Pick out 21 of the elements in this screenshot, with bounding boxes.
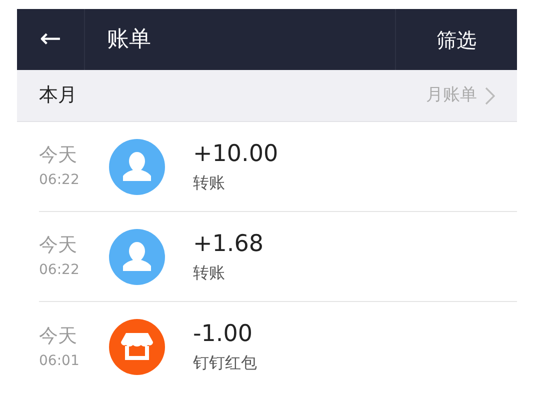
- transaction-type: 转账: [193, 262, 226, 284]
- time-label: 06:22: [39, 261, 80, 280]
- date-label: 今天: [39, 233, 78, 258]
- amount: +10.00: [193, 140, 278, 168]
- person-avatar-icon: [109, 228, 165, 284]
- page-title: 账单: [107, 26, 152, 54]
- person-avatar-icon: [109, 138, 165, 194]
- section-title: 本月: [39, 83, 78, 108]
- date-label: 今天: [39, 143, 78, 168]
- time-label: 06:01: [39, 352, 80, 370]
- transaction-row[interactable]: 今天 06:22 +10.00 转账: [39, 122, 517, 212]
- time-label: 06:22: [39, 171, 80, 190]
- amount: -1.00: [193, 320, 254, 349]
- amount: +1.68: [193, 230, 264, 258]
- storefront-icon: [109, 319, 165, 375]
- chevron-right-icon: [485, 86, 495, 104]
- date-label: 今天: [39, 324, 78, 348]
- transaction-row[interactable]: 今天 06:22 +1.68 转账: [39, 212, 517, 302]
- transaction-type: 钉钉红包: [193, 352, 257, 374]
- transaction-type: 转账: [193, 172, 226, 194]
- transaction-row[interactable]: 今天 06:01 -1.00 钉钉红包: [39, 302, 517, 392]
